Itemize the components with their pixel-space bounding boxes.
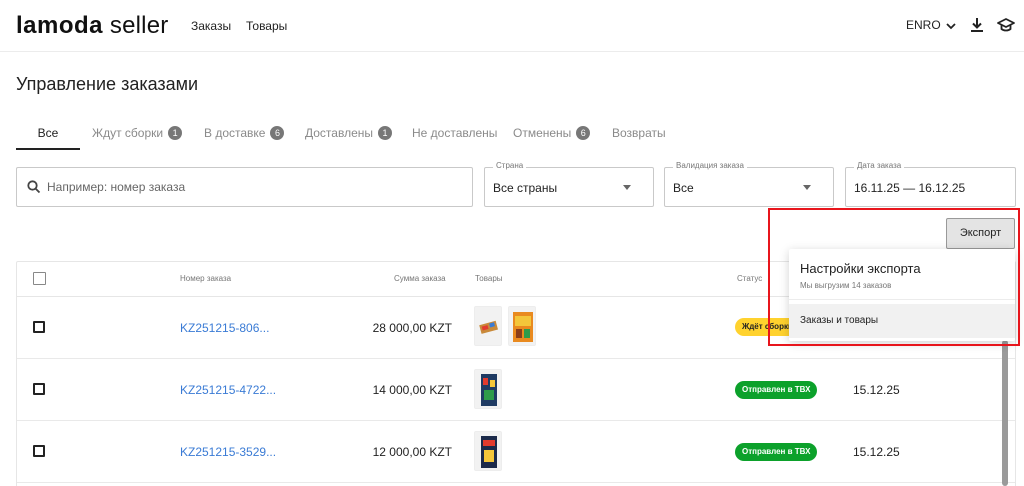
- order-sum: 14 000,00 KZT: [372, 383, 452, 397]
- caret-down-icon: [803, 185, 811, 190]
- tab-delivered[interactable]: Доставлены 1: [305, 118, 392, 150]
- nav-products[interactable]: Товары: [246, 19, 287, 33]
- count-badge: 6: [270, 126, 285, 140]
- row-checkbox[interactable]: [33, 321, 45, 333]
- count-badge: 1: [168, 126, 183, 140]
- tab-cancelled[interactable]: Отменены 6: [513, 118, 591, 150]
- tab-label: Не доставлены: [412, 126, 498, 140]
- product-image: [513, 312, 533, 342]
- status-badge: Отправлен в ТВХ: [735, 381, 818, 399]
- language-selector[interactable]: ENRO: [906, 18, 956, 32]
- language-label: ENRO: [906, 18, 941, 32]
- field-value: Все страны: [493, 181, 558, 195]
- field-value: Все: [673, 181, 694, 195]
- table-row: KZ251215-4722... 14 000,00 KZT Отправлен…: [17, 359, 1015, 421]
- field-label: Дата заказа: [854, 161, 905, 170]
- tab-not-delivered[interactable]: Не доставлены: [412, 118, 497, 150]
- search-field: [16, 167, 473, 207]
- logo[interactable]: lamoda seller: [16, 12, 168, 40]
- order-number-link[interactable]: KZ251215-3529...: [180, 445, 276, 459]
- top-bar: lamoda seller Заказы Товары ENRO: [0, 0, 1024, 52]
- count-badge: 1: [378, 126, 392, 140]
- product-image: [481, 436, 497, 468]
- tab-in-delivery[interactable]: В доставке 6: [204, 118, 285, 150]
- export-settings-dropdown: Настройки экспорта Мы выгрузим 14 заказо…: [789, 249, 1015, 341]
- country-select[interactable]: Страна Все страны: [484, 161, 654, 207]
- order-sum: 28 000,00 KZT: [372, 321, 452, 335]
- product-image: [479, 320, 498, 334]
- order-sum: 12 000,00 KZT: [372, 445, 452, 459]
- order-number-link[interactable]: KZ251215-806...: [180, 321, 269, 335]
- count-badge: 6: [576, 126, 591, 140]
- order-date: 15.12.25: [853, 445, 900, 459]
- product-thumbnail[interactable]: [474, 306, 502, 346]
- tab-label: Доставлены: [305, 126, 373, 140]
- field-label: Страна: [493, 161, 527, 170]
- product-image: [481, 374, 497, 406]
- table-row: KZ251215-3529... 12 000,00 KZT Отправлен…: [17, 421, 1015, 483]
- option-label: Заказы и товары: [800, 315, 879, 326]
- tab-returns[interactable]: Возвраты: [612, 118, 666, 150]
- graduation-cap-icon[interactable]: [997, 17, 1015, 33]
- logo-brand: lamoda: [16, 12, 104, 39]
- chevron-down-icon: [946, 23, 956, 30]
- search-icon: [27, 180, 41, 194]
- column-header-sum: Сумма заказа: [394, 274, 446, 283]
- logo-suffix: seller: [109, 12, 169, 39]
- column-header-goods: Товары: [475, 274, 503, 283]
- order-date: 15.12.25: [853, 383, 900, 397]
- tab-awaiting-assembly[interactable]: Ждут сборки 1: [92, 118, 183, 150]
- tab-label: Все: [37, 126, 59, 140]
- status-badge: Отправлен в ТВХ: [735, 443, 818, 461]
- dropdown-title: Настройки экспорта: [800, 261, 921, 276]
- caret-down-icon: [623, 185, 631, 190]
- tab-label: В доставке: [204, 126, 266, 140]
- row-checkbox[interactable]: [33, 445, 45, 457]
- select-all-checkbox[interactable]: [33, 272, 46, 285]
- order-number-link[interactable]: KZ251215-4722...: [180, 383, 276, 397]
- product-thumbnail[interactable]: [474, 369, 502, 409]
- search-input[interactable]: [47, 168, 467, 206]
- export-option-orders-and-goods[interactable]: Заказы и товары: [789, 304, 1015, 338]
- field-label: Валидация заказа: [673, 161, 747, 170]
- scrollbar-thumb[interactable]: [1002, 340, 1008, 486]
- validation-select[interactable]: Валидация заказа Все: [664, 161, 834, 207]
- tab-label: Отменены: [513, 126, 572, 140]
- app-root: lamoda seller Заказы Товары ENRO Управле…: [0, 0, 1024, 486]
- tab-label: Ждут сборки: [92, 126, 164, 140]
- tab-label: Возвраты: [612, 126, 666, 140]
- nav-orders[interactable]: Заказы: [191, 19, 231, 33]
- column-header-order: Номер заказа: [180, 274, 232, 283]
- divider: [789, 299, 1015, 300]
- product-thumbnail[interactable]: [508, 306, 536, 346]
- row-checkbox[interactable]: [33, 383, 45, 395]
- date-range-field[interactable]: Дата заказа 16.11.25 — 16.12.25: [845, 161, 1016, 207]
- column-header-status: Статус: [737, 274, 763, 283]
- field-value: 16.11.25 — 16.12.25: [854, 181, 966, 195]
- tab-all[interactable]: Все: [16, 118, 80, 150]
- product-thumbnail[interactable]: [474, 431, 502, 471]
- download-icon[interactable]: [970, 17, 984, 33]
- dropdown-subtitle: Мы выгрузим 14 заказов: [800, 281, 892, 290]
- page-title: Управление заказами: [16, 74, 199, 94]
- export-button[interactable]: Экспорт: [946, 218, 1015, 249]
